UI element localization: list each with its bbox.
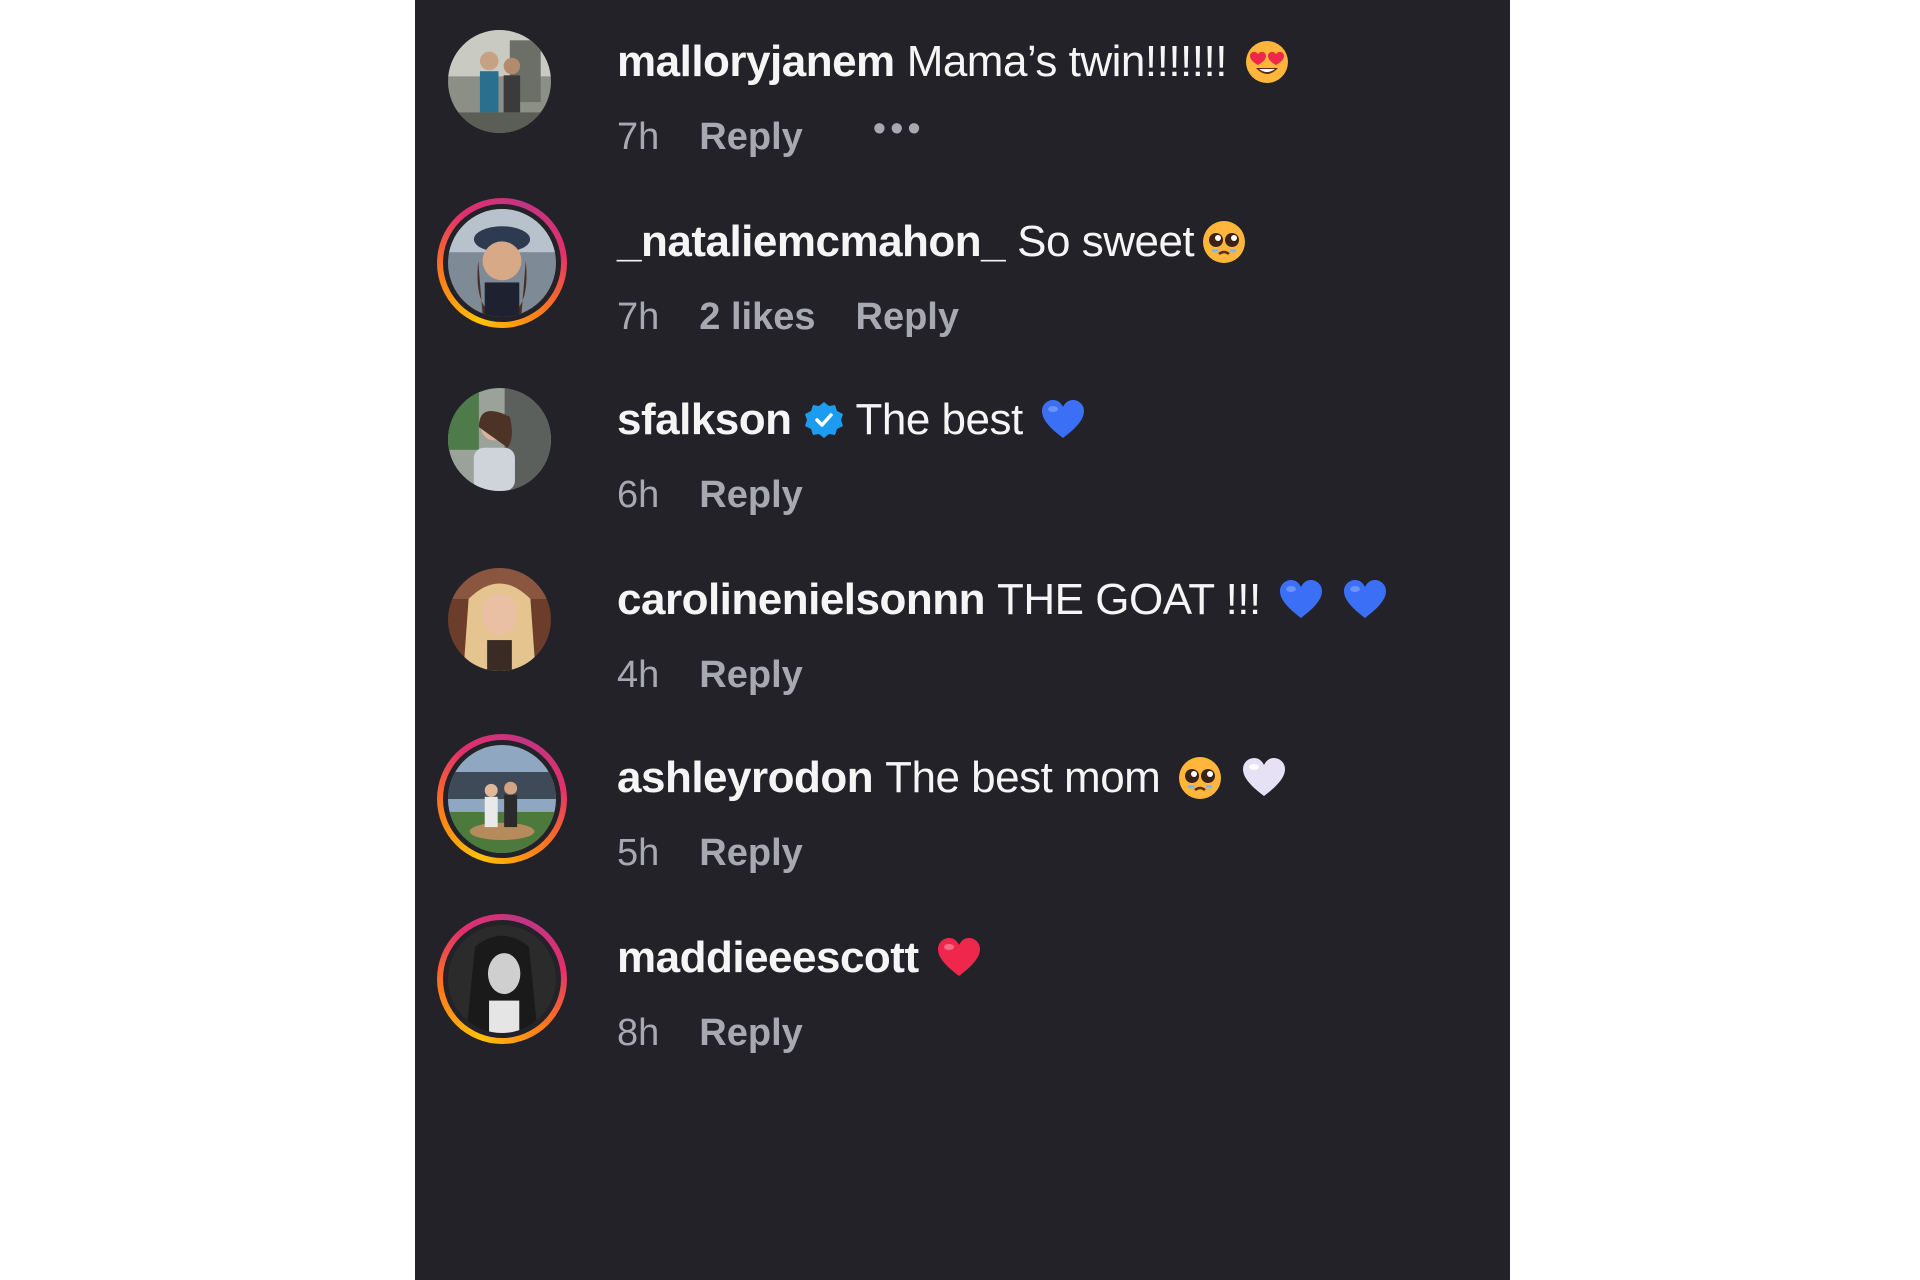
avatar-image bbox=[448, 388, 551, 491]
reply-button[interactable]: Reply bbox=[699, 1012, 802, 1055]
comment-item: carolinenielsonnn THE GOAT !!! 4h Reply bbox=[415, 538, 1510, 738]
timestamp: 7h bbox=[617, 115, 660, 158]
avatar[interactable] bbox=[448, 568, 551, 671]
avatar-image bbox=[448, 209, 556, 317]
reply-button[interactable]: Reply bbox=[856, 296, 959, 339]
reply-button[interactable]: Reply bbox=[699, 116, 802, 159]
avatar-story-ring[interactable] bbox=[437, 734, 567, 864]
username[interactable]: ashleyrodon bbox=[617, 748, 874, 808]
timestamp: 5h bbox=[617, 831, 660, 874]
reply-button[interactable]: Reply bbox=[699, 474, 802, 517]
comment-line: ashleyrodon The best mom bbox=[617, 748, 1288, 808]
comment-line: carolinenielsonnn THE GOAT !!! bbox=[617, 570, 1389, 630]
reply-button[interactable]: Reply bbox=[699, 832, 802, 875]
blue-heart-emoji-icon bbox=[1277, 576, 1325, 624]
avatar[interactable] bbox=[448, 388, 551, 491]
avatar-image bbox=[448, 745, 556, 853]
comment-line: sfalkson The best bbox=[617, 390, 1087, 450]
comment-line: malloryjanem Mama’s twin!!!!!!! bbox=[617, 32, 1291, 92]
username[interactable]: maddieeescott bbox=[617, 928, 919, 988]
avatar-story-ring[interactable] bbox=[437, 914, 567, 1044]
comments-panel: malloryjanem Mama’s twin!!!!!!! 7h Reply… bbox=[415, 0, 1510, 1280]
username[interactable]: sfalkson bbox=[617, 390, 792, 450]
pleading-face-emoji-icon bbox=[1200, 218, 1248, 266]
pleading-face-emoji-icon bbox=[1176, 754, 1224, 802]
comment-meta: 7h 2 likes Reply bbox=[617, 292, 959, 342]
blue-heart-emoji-icon bbox=[1341, 576, 1389, 624]
comment-meta: 4h Reply bbox=[617, 650, 803, 700]
timestamp: 6h bbox=[617, 473, 660, 516]
avatar-image bbox=[448, 30, 551, 133]
comment-text: The best mom bbox=[885, 753, 1161, 802]
comment-text: THE GOAT !!! bbox=[997, 575, 1261, 624]
verified-badge-icon bbox=[804, 400, 844, 440]
comment-meta: 5h Reply bbox=[617, 828, 803, 878]
comment-text: The best bbox=[855, 395, 1024, 444]
reply-button[interactable]: Reply bbox=[699, 654, 802, 697]
comment-meta: 6h Reply bbox=[617, 470, 803, 520]
comment-meta: 8h Reply bbox=[617, 1008, 803, 1058]
white-heart-emoji-icon bbox=[1240, 754, 1288, 802]
avatar[interactable] bbox=[448, 30, 551, 133]
username[interactable]: carolinenielsonnn bbox=[617, 570, 986, 630]
username[interactable]: _nataliemcmahon_ bbox=[617, 212, 1006, 272]
comment-text: So sweet bbox=[1017, 217, 1195, 266]
comment-line: maddieeescott bbox=[617, 928, 983, 988]
comment-meta: 7h Reply ••• bbox=[617, 108, 925, 162]
comment-item: maddieeescott 8h Reply bbox=[415, 896, 1510, 1096]
avatar-image bbox=[448, 568, 551, 671]
username[interactable]: malloryjanem bbox=[617, 32, 895, 92]
like-count[interactable]: 2 likes bbox=[699, 296, 815, 339]
blue-heart-emoji-icon bbox=[1039, 396, 1087, 444]
timestamp: 4h bbox=[617, 653, 660, 696]
comment-line: _nataliemcmahon_ So sweet bbox=[617, 212, 1248, 272]
timestamp: 7h bbox=[617, 295, 660, 338]
avatar-story-ring[interactable] bbox=[437, 198, 567, 328]
more-options-icon[interactable]: ••• bbox=[873, 108, 925, 151]
comment-text: Mama’s twin!!!!!!! bbox=[906, 37, 1228, 86]
timestamp: 8h bbox=[617, 1011, 660, 1054]
red-heart-emoji-icon bbox=[935, 934, 983, 982]
avatar-image bbox=[448, 925, 556, 1033]
heart-eyes-emoji-icon bbox=[1243, 38, 1291, 86]
comment-item: _nataliemcmahon_ So sweet 7h 2 likes Rep… bbox=[415, 180, 1510, 380]
comment-item: ashleyrodon The best mom 5h Reply bbox=[415, 716, 1510, 916]
comment-item: sfalkson The best 6h Reply bbox=[415, 358, 1510, 558]
comment-item: malloryjanem Mama’s twin!!!!!!! 7h Reply… bbox=[415, 0, 1510, 200]
